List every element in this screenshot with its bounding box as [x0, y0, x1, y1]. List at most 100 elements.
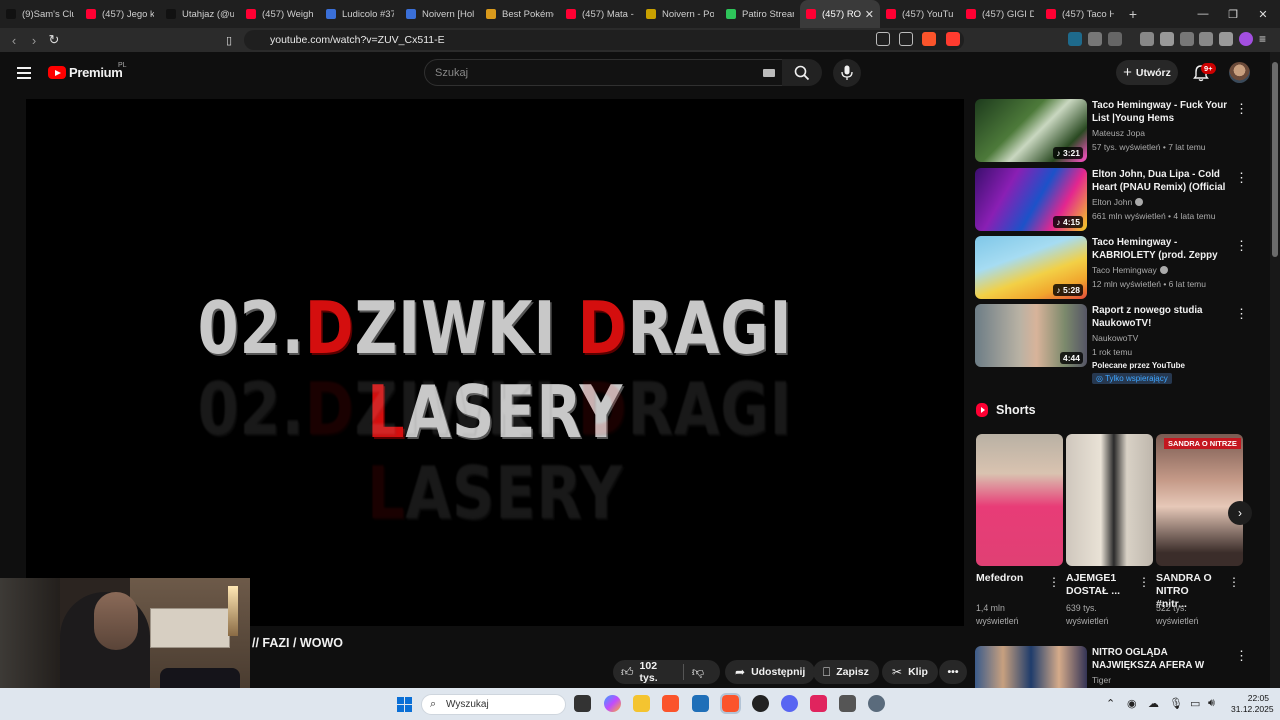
more-vert-icon[interactable]: ⋮	[1235, 170, 1248, 186]
account-avatar[interactable]	[1229, 62, 1250, 83]
windows-start-icon[interactable]	[397, 697, 412, 712]
file-explorer-icon[interactable]	[633, 695, 650, 712]
voice-search-button[interactable]	[833, 59, 861, 87]
store-icon[interactable]	[692, 695, 709, 712]
video-thumbnail[interactable]: 4:44	[975, 304, 1087, 367]
new-tab-icon[interactable]: +	[1124, 6, 1142, 22]
more-vert-icon[interactable]: ⋮	[1235, 101, 1248, 117]
network-icon[interactable]: ▭	[1190, 697, 1200, 710]
browser-tab[interactable]: Patiro Stream	[720, 0, 800, 28]
back-icon[interactable]: ‹	[4, 30, 24, 50]
browser-tab-active[interactable]: (457) RO ✕	[800, 0, 880, 28]
browser-tab[interactable]: Noivern [Holo	[400, 0, 480, 28]
close-window-icon[interactable]: ✕	[1248, 0, 1278, 28]
short-title[interactable]: AJEMGE1 DOSTAŁ ...	[1066, 572, 1132, 598]
vpn-icon[interactable]	[1219, 32, 1233, 46]
tray-mic-icon[interactable]: 🎙︎	[1169, 697, 1183, 710]
video-thumbnail[interactable]: ♪ 3:21	[975, 99, 1087, 162]
leo-icon[interactable]	[1199, 32, 1213, 46]
channel-name[interactable]: NaukowoTV	[1092, 333, 1138, 343]
create-button[interactable]: + Utwórz	[1116, 60, 1178, 85]
obs-icon[interactable]	[752, 695, 769, 712]
more-vert-icon[interactable]: ⋮	[1048, 575, 1060, 589]
keyboard-icon[interactable]	[763, 69, 775, 77]
url-field[interactable]: youtube.com/watch?v=ZUV_Cx511-E	[244, 30, 964, 50]
browser-tab[interactable]: (457) Jego ka	[80, 0, 160, 28]
short-thumbnail[interactable]: SANDRA O NITRZE	[1156, 434, 1243, 566]
browser-tab[interactable]: (457) Weighin	[240, 0, 320, 28]
share-page-icon[interactable]	[899, 32, 913, 46]
brave-shield-icon[interactable]	[922, 32, 936, 46]
taskbar-search[interactable]: ⌕ Wyszukaj	[421, 694, 566, 715]
maximize-icon[interactable]: ❐	[1218, 0, 1248, 28]
youtube-logo[interactable]: Premium PL	[48, 62, 127, 80]
more-vert-icon[interactable]: ⋮	[1235, 306, 1248, 322]
recommendation-item[interactable]: ♪ 3:21 Taco Hemingway - Fuck Your List |Y…	[975, 99, 1248, 163]
more-vert-icon[interactable]: ⋮	[1228, 575, 1240, 589]
puzzle-icon[interactable]	[1088, 32, 1102, 46]
recommendation-item[interactable]: ♪ 4:15 Elton John, Dua Lipa - Cold Heart …	[975, 168, 1248, 232]
onedrive-icon[interactable]: ☁	[1148, 697, 1159, 710]
music-icon[interactable]	[1140, 32, 1154, 46]
browser-tab[interactable]: (457) YouTub	[880, 0, 960, 28]
page-scrollbar[interactable]	[1270, 52, 1280, 688]
browser-tab[interactable]: (457) GIGI D'	[960, 0, 1040, 28]
video-player[interactable]: 02.DZIWKI DRAGI LASERY 02.DZIWKI DRAGI L…	[26, 99, 964, 626]
volume-icon[interactable]: 🔊︎	[1208, 697, 1215, 710]
browser-tab[interactable]: Noivern - Pok	[640, 0, 720, 28]
extension-icon[interactable]	[1068, 32, 1082, 46]
search-input[interactable]: Szukaj	[424, 59, 786, 86]
search-button[interactable]	[782, 59, 822, 86]
like-count[interactable]: 102 tys.	[640, 660, 675, 684]
forward-icon[interactable]: ›	[24, 30, 44, 50]
browser-tab[interactable]: (9)Sam's Club	[0, 0, 80, 28]
browser-tab[interactable]: Ludicolo #37	[320, 0, 400, 28]
brave-browser-icon[interactable]	[662, 695, 679, 712]
recommendation-item[interactable]: ♪ 5:28 Taco Hemingway - KABRIOLETY (prod.…	[975, 236, 1248, 300]
browser-tab[interactable]: Best Pokémo	[480, 0, 560, 28]
tab-close-icon[interactable]: ✕	[861, 8, 874, 21]
screenshot-icon[interactable]	[1108, 32, 1122, 46]
like-icon[interactable]: 👍︎	[621, 665, 634, 680]
profile-icon[interactable]	[1239, 32, 1253, 46]
more-actions-button[interactable]: •••	[939, 660, 967, 684]
menu-icon[interactable]: ≡	[1259, 32, 1273, 46]
dislike-icon[interactable]: 👎︎	[692, 665, 704, 680]
cast-icon[interactable]	[876, 32, 890, 46]
bookmark-icon[interactable]: ▯	[219, 30, 239, 50]
short-thumbnail[interactable]	[976, 434, 1063, 566]
calculator-icon[interactable]	[839, 695, 856, 712]
video-title[interactable]: Taco Hemingway - KABRIOLETY (prod. Zeppy…	[1092, 236, 1232, 262]
video-title[interactable]: Elton John, Dua Lipa - Cold Heart (PNAU …	[1092, 168, 1232, 194]
wallet-icon[interactable]	[1180, 32, 1194, 46]
video-thumbnail[interactable]: ♪ 5:28	[975, 236, 1087, 299]
shorts-next-button[interactable]: ›	[1228, 501, 1252, 525]
recommendation-item[interactable]: NITRO OGLĄDA NAJWIĘKSZA AFERA W POLSKIM …	[975, 646, 1245, 688]
tray-chevron-icon[interactable]: ⌃	[1106, 697, 1115, 710]
reload-icon[interactable]: ↻	[44, 30, 64, 50]
channel-name[interactable]: Mateusz Jopa	[1092, 128, 1145, 138]
video-thumbnail[interactable]	[975, 646, 1087, 688]
video-title[interactable]: NITRO OGLĄDA NAJWIĘKSZA AFERA W POLSKIM …	[1092, 646, 1232, 672]
video-title[interactable]: Raport z nowego studia NaukowoTV!	[1092, 304, 1232, 330]
brave-rewards-icon[interactable]	[946, 32, 960, 46]
browser-tab[interactable]: Utahjaz (@ut	[160, 0, 240, 28]
browser-tab[interactable]: (457) Taco He	[1040, 0, 1120, 28]
sidebar-icon[interactable]	[1160, 32, 1174, 46]
more-vert-icon[interactable]: ⋮	[1235, 648, 1245, 664]
guide-menu-icon[interactable]	[17, 67, 31, 79]
tray-app-icon[interactable]: ◉	[1127, 697, 1137, 710]
video-title[interactable]: Taco Hemingway - Fuck Your List |Young H…	[1092, 99, 1232, 125]
recommendation-item[interactable]: 4:44 Raport z nowego studia NaukowoTV! Nau…	[975, 304, 1248, 384]
clip-button[interactable]: ✂ Klip	[882, 660, 938, 684]
short-thumbnail[interactable]	[1066, 434, 1153, 566]
minimize-icon[interactable]: —	[1188, 0, 1218, 28]
channel-name[interactable]: Tiger	[1092, 675, 1111, 685]
channel-name[interactable]: Elton John	[1092, 197, 1144, 207]
more-vert-icon[interactable]: ⋮	[1235, 238, 1248, 254]
brave-active-icon[interactable]	[720, 693, 741, 714]
copilot-icon[interactable]	[604, 695, 621, 712]
vivaldi-icon[interactable]	[810, 695, 827, 712]
save-button[interactable]: ⎕ Zapisz	[813, 660, 879, 684]
channel-name[interactable]: Taco Hemingway	[1092, 265, 1168, 275]
